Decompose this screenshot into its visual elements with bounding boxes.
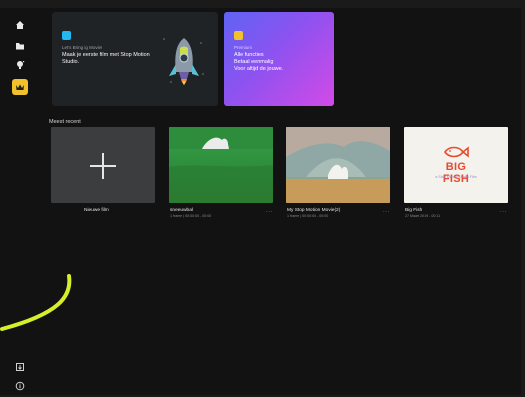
movie-title: Big Fish (405, 208, 423, 213)
info-icon[interactable] (13, 379, 27, 393)
more-options-icon[interactable]: ··· (383, 209, 390, 215)
hero-kicker: Let's Bring ig Movie! (62, 45, 103, 50)
hero-card-premium[interactable]: Premium Alle functies Betaal eenmalig Vo… (224, 12, 334, 106)
folder-icon[interactable] (13, 39, 27, 53)
home-icon[interactable] (13, 18, 27, 32)
new-movie-card[interactable] (51, 127, 155, 203)
thumbnail-image-2 (286, 127, 390, 203)
movie-meta: 1 frame | 00:00:00 - 00:00 (287, 214, 329, 218)
rocket-illustration (163, 38, 204, 85)
more-options-icon[interactable]: ··· (266, 209, 273, 215)
app-logo-icon (62, 31, 71, 40)
movie-thumbnail-big-fish[interactable]: BIG FISH a Stop Motion Studio Film (404, 127, 508, 203)
movie-title: sneeuwbal (170, 208, 193, 213)
section-title-recent: Meest recent (49, 119, 81, 125)
app-window: Let's Bring ig Movie! Maak je eerste fil… (0, 8, 521, 395)
crown-icon[interactable] (12, 79, 28, 95)
thumbnail-image-1 (169, 127, 273, 203)
big-fish-logo: BIG FISH a Stop Motion Studio Film (431, 145, 481, 189)
new-movie-label: Nieuwe film (84, 208, 109, 213)
big-fish-title: BIG FISH (442, 161, 470, 185)
lightbulb-icon[interactable] (13, 58, 27, 72)
movie-thumbnail-sneeuwbal[interactable] (169, 127, 273, 203)
movie-meta: 27 Maart 2019 - 00:11 (405, 214, 441, 218)
premium-line-1: Alle functies (234, 52, 264, 58)
more-options-icon[interactable]: ··· (500, 209, 507, 215)
movie-meta: 1 frame | 00:00:00 - 00:00 (170, 214, 212, 218)
hero-card-first-movie[interactable]: Let's Bring ig Movie! Maak je eerste fil… (52, 12, 218, 106)
premium-line-3: Voor altijd de jouwe. (234, 66, 284, 72)
crown-badge-icon (234, 31, 243, 40)
plus-icon (90, 153, 116, 179)
import-icon[interactable] (13, 360, 27, 374)
premium-kicker: Premium (234, 45, 253, 50)
movie-thumbnail-stop-motion-2[interactable] (286, 127, 390, 203)
big-fish-subtitle: a Stop Motion Studio Film (435, 175, 477, 179)
fish-icon (444, 146, 469, 158)
premium-features: Alle functies Betaal eenmalig Voor altij… (234, 52, 326, 73)
premium-line-2: Betaal eenmalig (234, 59, 274, 65)
movie-title: My Stop Motion Movie(2) (287, 208, 341, 213)
hero-title: Maak je eerste film met Stop Motion Stud… (62, 52, 150, 65)
swoosh-annotation (0, 274, 72, 331)
